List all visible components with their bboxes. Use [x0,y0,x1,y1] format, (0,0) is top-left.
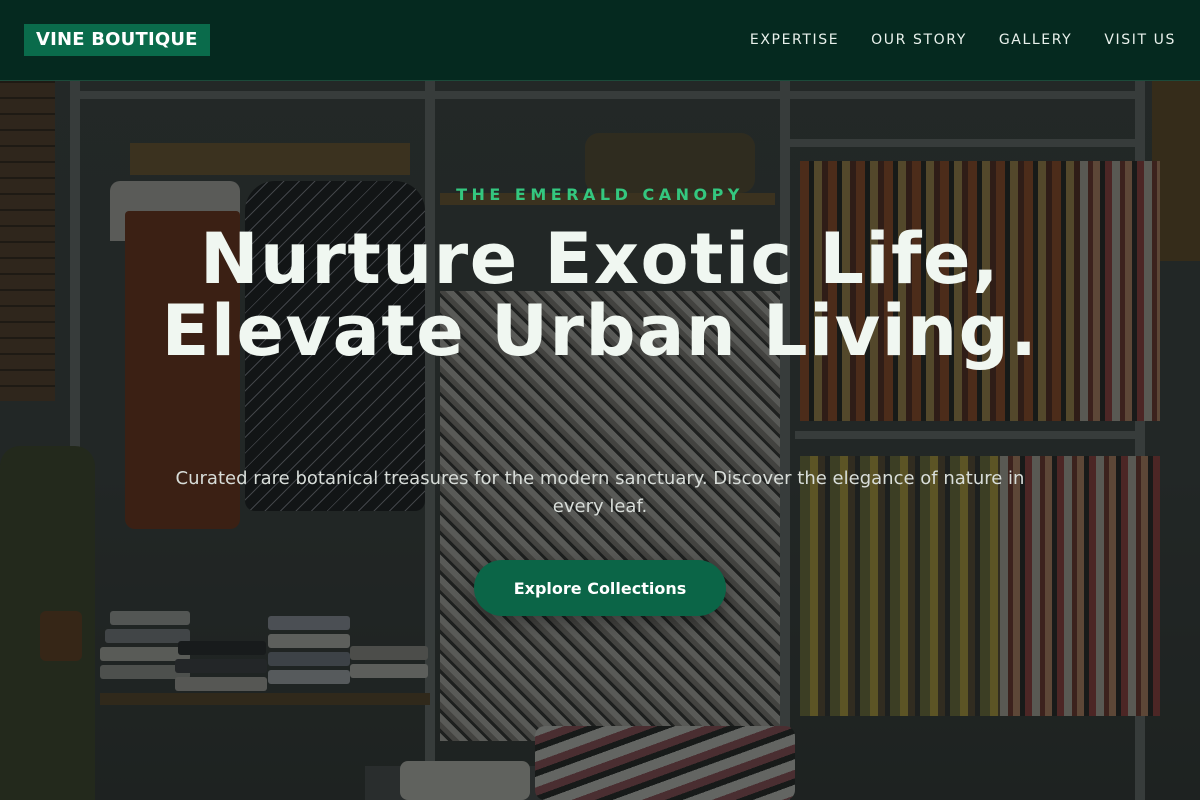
nav-link-visit-us[interactable]: VISIT US [1104,31,1176,49]
main-nav: EXPERTISE OUR STORY GALLERY VISIT US [750,31,1176,49]
nav-link-our-story[interactable]: OUR STORY [871,31,967,49]
hero-section: THE EMERALD CANOPY Nurture Exotic Life, … [0,81,1200,800]
hero-eyebrow: THE EMERALD CANOPY [456,185,744,204]
explore-collections-button[interactable]: Explore Collections [474,560,726,616]
hero-subtext: Curated rare botanical treasures for the… [175,468,1025,517]
nav-link-gallery[interactable]: GALLERY [999,31,1072,49]
brand-logo[interactable]: VINE BOUTIQUE [24,24,210,56]
nav-link-expertise[interactable]: EXPERTISE [750,31,839,49]
site-header: VINE BOUTIQUE EXPERTISE OUR STORY GALLER… [0,0,1200,81]
hero-headline: Nurture Exotic Life, Elevate Urban Livin… [161,218,1039,372]
